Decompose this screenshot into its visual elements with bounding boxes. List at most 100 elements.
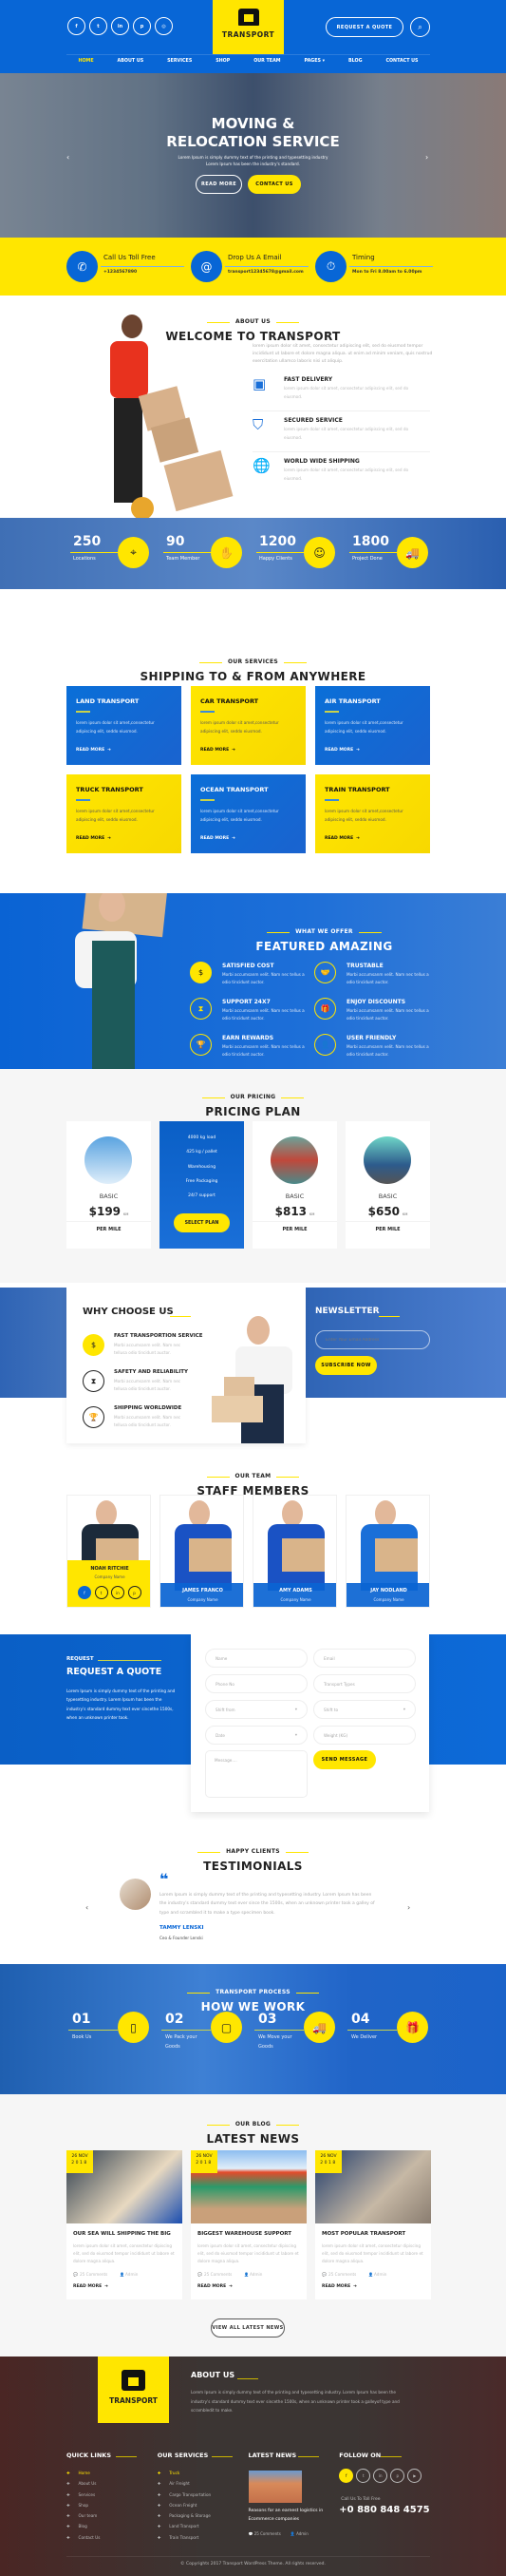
- divider: [200, 711, 215, 713]
- linkedin-icon[interactable]: in: [373, 2469, 388, 2483]
- member-company: Company Name: [187, 1597, 218, 1602]
- footer-link-blog[interactable]: ✚ Blog: [66, 2524, 158, 2528]
- select-plan-button[interactable]: SELECT PLAN: [174, 1213, 230, 1232]
- service-card[interactable]: TRUCK TRANSPORT lorem ipsum dolor sit ame…: [66, 774, 181, 853]
- testimonial-next-icon[interactable]: ›: [407, 1903, 410, 1912]
- news-meta: 💬 25 Comments 👤 Admin: [249, 2531, 340, 2536]
- facebook-icon[interactable]: f: [339, 2469, 354, 2483]
- contact-us-button[interactable]: CONTACT US: [248, 175, 301, 194]
- nav-item-shop[interactable]: SHOP: [216, 59, 230, 64]
- footer-logo[interactable]: TRANSPORT: [98, 2357, 169, 2423]
- service-card[interactable]: LAND TRANSPORT lorem ipsum dolor sit amet…: [66, 686, 181, 765]
- youtube-icon[interactable]: ▶: [407, 2469, 422, 2483]
- step-label: We Move your Goods: [258, 2034, 292, 2050]
- select-field[interactable]: Shift to ▾: [313, 1700, 416, 1719]
- field-placeholder: Email: [324, 1656, 335, 1661]
- read-more-link[interactable]: READ MORE ➔: [73, 2284, 108, 2289]
- post-author[interactable]: Admin: [250, 2272, 262, 2277]
- nav-item-home[interactable]: HOME: [78, 59, 93, 64]
- text-input[interactable]: Email: [313, 1649, 416, 1668]
- post-author[interactable]: Admin: [125, 2272, 138, 2277]
- comments-count[interactable]: 25 Comments: [204, 2272, 232, 2277]
- facebook-icon[interactable]: f: [67, 17, 85, 35]
- twitter-icon[interactable]: t: [94, 1586, 108, 1599]
- subscribe-button[interactable]: SUBSCRIBE NOW: [315, 1356, 377, 1375]
- section-title: FEATURED AMAZING: [255, 940, 393, 953]
- nav-item-pages[interactable]: PAGES ▾: [305, 59, 326, 64]
- text-input[interactable]: Transport Types: [313, 1674, 416, 1693]
- twitter-icon[interactable]: t: [89, 17, 107, 35]
- search-icon[interactable]: ⌕: [410, 17, 430, 37]
- nav-item-services[interactable]: SERVICES: [167, 59, 192, 64]
- footer-link-air-freight[interactable]: ✚ Air Freight: [158, 2481, 249, 2486]
- pinterest-icon[interactable]: p: [127, 1586, 141, 1599]
- news-thumbnail[interactable]: [248, 2471, 302, 2503]
- service-card[interactable]: TRAIN TRANSPORT lorem ipsum dolor sit ame…: [315, 774, 430, 853]
- read-more-link[interactable]: READ MORE ➔: [325, 748, 360, 753]
- text-input[interactable]: Phone No: [205, 1674, 308, 1693]
- blog-title[interactable]: OUR SEA WILL SHIPPING THE BIG: [73, 2231, 171, 2237]
- plus-icon: ✚: [66, 2513, 70, 2519]
- news-headline[interactable]: Reasons for an earnest logistics in Ecom…: [249, 2508, 330, 2524]
- footer-link-services[interactable]: ✚ Services: [66, 2492, 158, 2497]
- nav-item-blog[interactable]: BLOG: [348, 59, 363, 64]
- read-more-link[interactable]: READ MORE ➔: [76, 748, 111, 753]
- text-input[interactable]: Name: [205, 1649, 308, 1668]
- view-all-news-button[interactable]: VIEW ALL LATEST NEWS: [211, 2318, 285, 2337]
- logo[interactable]: TRANSPORT: [213, 0, 284, 54]
- facebook-icon[interactable]: f: [78, 1586, 91, 1599]
- team-member-card[interactable]: JAY NODLAND Company Name: [346, 1495, 430, 1608]
- service-card[interactable]: CAR TRANSPORT lorem ipsum dolor sit amet,…: [191, 686, 306, 765]
- instagram-icon[interactable]: ◎: [155, 17, 173, 35]
- text-input[interactable]: Weight (KG): [313, 1726, 416, 1745]
- footer-link-cargo-transportation[interactable]: ✚ Cargo Transportation: [158, 2492, 249, 2497]
- footer-link-truck[interactable]: ✚ Truck: [158, 2471, 249, 2475]
- footer-link-about-us[interactable]: ✚ About Us: [66, 2481, 158, 2486]
- pinterest-icon[interactable]: p: [390, 2469, 405, 2483]
- footer-link-packaging-storage[interactable]: ✚ Packaging & Storage: [158, 2513, 249, 2518]
- select-field[interactable]: Date ▾: [205, 1726, 308, 1745]
- footer-link-home[interactable]: ✚ Home: [66, 2471, 158, 2475]
- footer-phone[interactable]: +0 880 848 4575: [339, 2505, 430, 2515]
- nav-item-contact-us[interactable]: CONTACT US: [385, 59, 418, 64]
- post-author[interactable]: Admin: [296, 2531, 309, 2536]
- service-card[interactable]: AIR TRANSPORT lorem ipsum dolor sit amet,…: [315, 686, 430, 765]
- nav-item-about-us[interactable]: ABOUT US: [118, 59, 144, 64]
- linkedin-icon[interactable]: in: [111, 1586, 124, 1599]
- message-textarea[interactable]: Message....: [205, 1750, 308, 1798]
- team-member-card[interactable]: NOAH RITCHIE Company Name f t in p: [66, 1495, 151, 1608]
- send-message-button[interactable]: SEND MESSAGE: [313, 1750, 376, 1769]
- read-more-button[interactable]: READ MORE: [196, 175, 242, 194]
- team-member-card[interactable]: AMY ADAMS Company Name: [253, 1495, 337, 1608]
- read-more-link[interactable]: READ MORE ➔: [322, 2284, 357, 2289]
- post-author[interactable]: Admin: [374, 2272, 386, 2277]
- footer-link-our-team[interactable]: ✚ Our team: [66, 2513, 158, 2518]
- newsletter-email-input[interactable]: [315, 1330, 430, 1349]
- team-member-card[interactable]: JAMES FRANCO Company Name: [159, 1495, 244, 1608]
- pinterest-icon[interactable]: p: [133, 17, 151, 35]
- footer-link-contact-us[interactable]: ✚ Contact Us: [66, 2535, 158, 2540]
- read-more-link[interactable]: READ MORE ➔: [200, 748, 235, 753]
- read-more-link[interactable]: READ MORE ➔: [325, 836, 360, 841]
- nav-item-our-team[interactable]: OUR TEAM: [253, 59, 280, 64]
- comments-count[interactable]: 25 Comments: [328, 2272, 356, 2277]
- footer-link-ocean-freight[interactable]: ✚ Ocean Freight: [158, 2503, 249, 2508]
- service-card[interactable]: OCEAN TRANSPORT lorem ipsum dolor sit ame…: [191, 774, 306, 853]
- select-field[interactable]: Shift from ▾: [205, 1700, 308, 1719]
- truck-icon: 🚚: [304, 2012, 335, 2043]
- read-more-link[interactable]: READ MORE ➔: [197, 2284, 233, 2289]
- request-quote-button[interactable]: REQUEST A QUOTE: [326, 17, 403, 37]
- twitter-icon[interactable]: t: [356, 2469, 371, 2483]
- footer-link-shop[interactable]: ✚ Shop: [66, 2503, 158, 2508]
- plus-icon: ✚: [66, 2471, 70, 2475]
- read-more-link[interactable]: READ MORE ➔: [76, 836, 111, 841]
- blog-title[interactable]: MOST POPULAR TRANSPORT: [322, 2231, 405, 2237]
- comments-count[interactable]: 25 Comments: [254, 2531, 281, 2536]
- blog-title[interactable]: BIGGEST WAREHOUSE SUPPORT: [197, 2231, 291, 2237]
- comments-count[interactable]: 25 Comments: [80, 2272, 107, 2277]
- footer-link-land-transport[interactable]: ✚ Land Transport: [158, 2524, 249, 2528]
- testimonial-prev-icon[interactable]: ‹: [85, 1903, 88, 1912]
- read-more-link[interactable]: READ MORE ➔: [200, 836, 235, 841]
- linkedin-icon[interactable]: in: [111, 17, 129, 35]
- footer-link-train-transport[interactable]: ✚ Train Transport: [158, 2535, 249, 2540]
